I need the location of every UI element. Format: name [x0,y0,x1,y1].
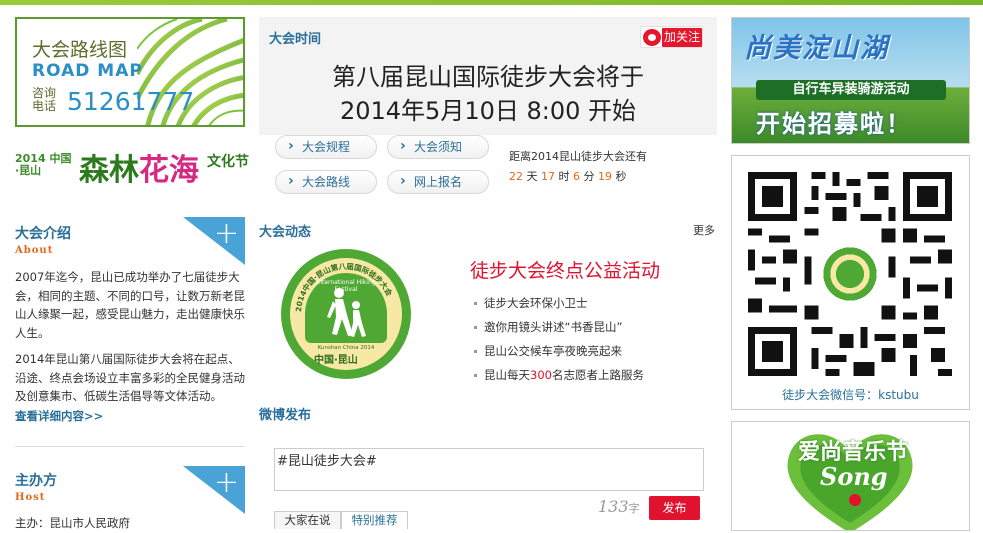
weibo-post-button[interactable]: 发布 [649,496,700,520]
intro-subtitle: About [15,245,54,256]
hikers-icon [327,288,366,337]
event-time-box: 大会时间 加关注 第八届昆山国际徒步大会将于 2014年5月10日 8:00 开… [259,17,717,135]
nav-signup-button[interactable]: 网上报名 [387,170,489,194]
road-map-banner[interactable]: 大会路线图 ROAD MAP 咨询电话 51261777 [15,17,245,127]
char-count-unit: 字 [628,502,640,515]
host-title: 主办方 [15,473,57,489]
music-festival-song: Song [820,462,888,491]
countdown-seconds: 19 [598,170,612,183]
event-headline-line-2: 2014年5月10日 8:00 开始 [339,97,637,125]
forest-festival-name: 森林花海 [79,145,199,189]
tab-everyone-says[interactable]: 大家在说 [274,511,341,529]
forest-flower-festival-banner[interactable]: 2014 中国·昆山 森林花海 文化节 [15,145,250,190]
qr-code-icon [748,172,952,376]
news-headline[interactable]: 徒步大会终点公益活动 [470,256,660,283]
news-item[interactable]: 昆山每天300名志愿者上路服务 [474,367,644,383]
forest-festival-suffix: 文化节 [207,154,249,170]
intro-paragraph-1: 2007年迄今，昆山已成功举办了七届徒步大会，相同的主题、不同的口号，让数万新老… [15,270,245,340]
wechat-id-label: 徒步大会微信号：kstubu [782,388,919,402]
tab-special-recommend[interactable]: 特别推荐 [341,511,408,529]
countdown-label: 距离2014昆山徒步大会还有 [509,150,647,163]
phone-number: 51261777 [67,87,195,116]
plus-icon: + [213,465,239,500]
forest-name-part2: 花海 [139,153,199,188]
news-item-text-pre: 昆山每天 [484,368,530,382]
intro-title: 大会介绍 [15,226,71,242]
left-divider [15,446,245,447]
weibo-icon [643,29,661,46]
countdown-minutes-unit: 分 [583,170,595,183]
road-map-title: 大会路线图 [32,39,128,61]
host-subtitle: Host [15,492,46,503]
news-section-title: 大会动态 [259,225,312,240]
logo-foot-text: 中国·昆山 [314,355,358,366]
weibo-follow-button[interactable]: 加关注 [640,26,703,48]
host-expand-corner[interactable]: + [183,466,245,514]
news-item-highlight: 300 [530,368,552,382]
cycling-banner-title: 尚美淀山湖 [744,33,889,64]
host-line-1: 主办：昆山市人民政府 [15,516,130,530]
nav-route-button[interactable]: 大会路线 [275,170,377,194]
countdown-minutes: 6 [573,170,580,183]
logo-core: International Hiking Festival [305,273,387,343]
top-bar [0,0,983,5]
news-item[interactable]: 徒步大会环保小卫士 [474,295,588,311]
countdown-hours: 17 [541,170,555,183]
news-item-text-post: 名志愿者上路服务 [551,368,644,382]
news-more-link[interactable]: 更多 [693,222,715,238]
nav-rules-button[interactable]: 大会规程 [275,135,377,159]
hiking-festival-logo: 2014中国·昆山第八届国际徒步大会 International Hiking … [281,249,411,379]
event-time-label: 大会时间 [269,32,322,47]
plus-icon: + [213,216,239,251]
news-item[interactable]: 邀你用镜头讲述“书香昆山” [474,319,622,335]
nav-notice-button[interactable]: 大会须知 [387,135,489,159]
weibo-post-input[interactable]: #昆山徒步大会# [274,448,704,491]
follow-label: 加关注 [662,28,702,47]
intro-paragraph-2: 2014年昆山第八届国际徒步大会将在起点、沿途、终点会场设立丰富多彩的全民健身活… [15,352,245,403]
intro-expand-corner[interactable]: + [183,217,245,265]
road-map-title-en: ROAD MAP [32,61,143,81]
event-headline-line-1: 第八届昆山国际徒步大会将于 [332,63,644,91]
char-count-value: 133 [598,497,629,516]
countdown-days-unit: 天 [526,170,538,183]
weibo-section-title: 微博发布 [259,408,312,423]
forest-year-place: 2014 中国·昆山 [15,152,72,177]
phone-label: 咨询电话 [32,86,57,113]
intro-more-link[interactable]: 查看详细内容>> [15,408,103,424]
weibo-char-count: 133字 [598,497,640,516]
wechat-qr-box: 徒步大会微信号：kstubu [731,155,970,410]
forest-name-part1: 森林 [79,153,139,188]
music-festival-banner[interactable]: 爱尚音乐节 Song [731,421,970,531]
news-item[interactable]: 昆山公交候车亭夜晚亮起来 [474,343,622,359]
cycling-banner-cta: 开始招募啦！ [756,110,912,138]
countdown-timer: 22 天 17 时 6 分 19 秒 [509,168,627,184]
dianshan-lake-cycling-banner[interactable]: 尚美淀山湖 自行车异装骑游活动 开始招募啦！ [731,17,970,144]
countdown-seconds-unit: 秒 [615,170,627,183]
cycling-banner-subtitle: 自行车异装骑游活动 [756,80,946,100]
countdown-hours-unit: 时 [558,170,570,183]
countdown-days: 22 [509,170,523,183]
